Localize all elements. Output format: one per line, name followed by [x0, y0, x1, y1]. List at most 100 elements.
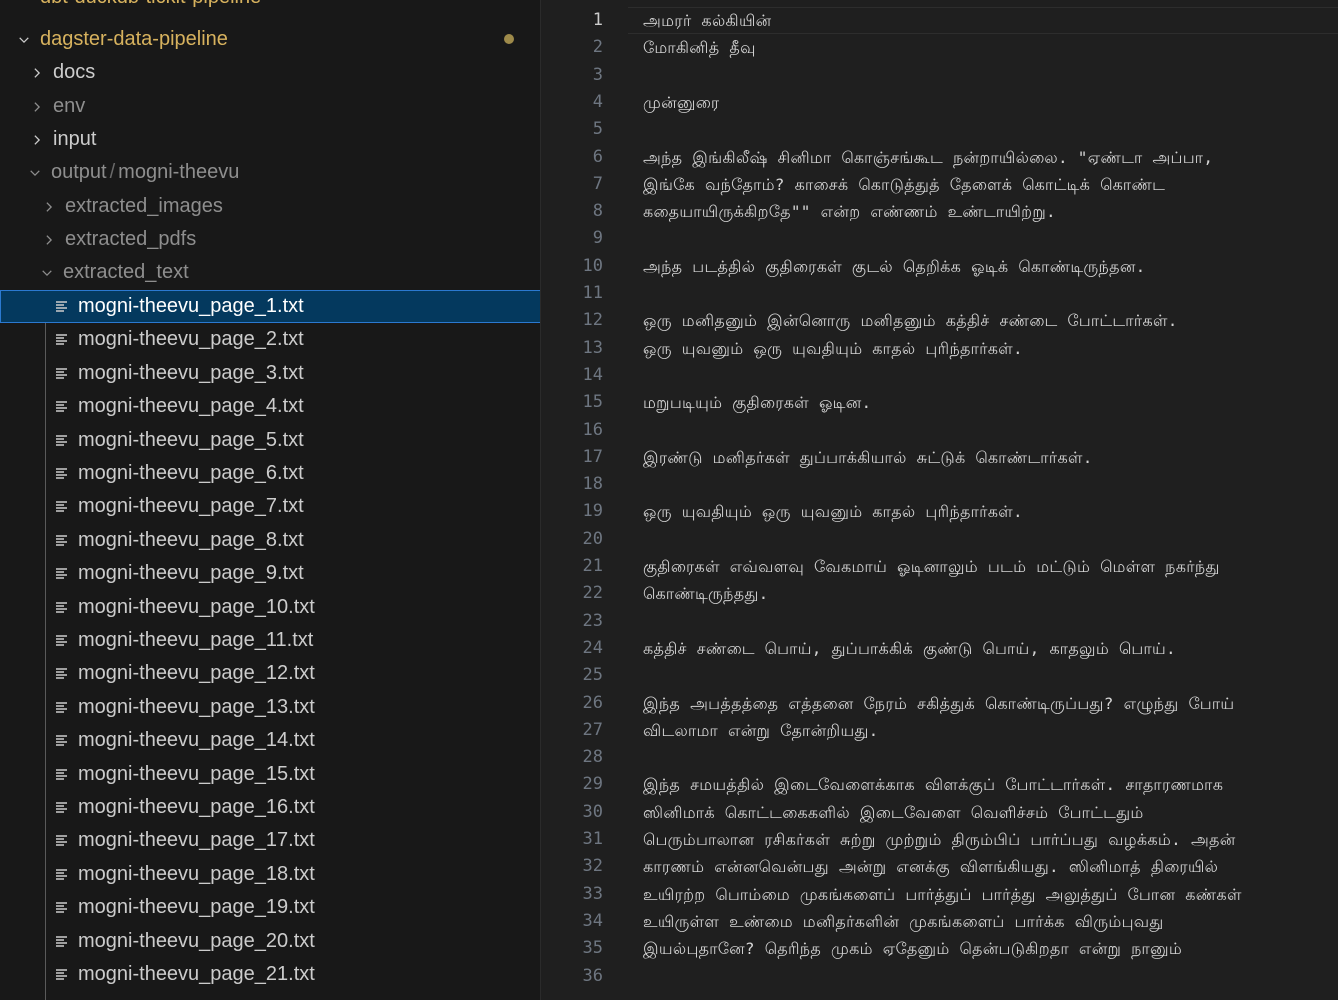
folder-label: dagster-data-pipeline [40, 28, 228, 50]
tree-file-item[interactable]: mogni-theevu_page_4.txt [0, 390, 540, 423]
chevron-right-icon [31, 56, 43, 89]
code-line[interactable]: ஸினிமாக் கொட்டகைகளில் இடைவேளை வெளிச்சம் … [643, 799, 1144, 826]
code-line[interactable]: இயல்புதானே? தெரிந்த முகம் ஏதேனும் தென்பட… [643, 935, 1182, 962]
code-line[interactable]: விடலாமா என்று தோன்றியது. [643, 717, 879, 744]
line-number: 9 [592, 228, 603, 249]
code-line[interactable]: கதையாயிருக்கிறதே"" என்ற எண்ணம் உண்டாயிற்… [643, 198, 1056, 225]
git-modified-dot-icon [504, 34, 514, 44]
file-label: mogni-theevu_page_13.txt [78, 695, 315, 718]
code-line[interactable]: கொண்டிருந்தது. [643, 580, 769, 607]
file-label: mogni-theevu_page_2.txt [78, 328, 304, 351]
tree-file-item[interactable]: mogni-theevu_page_18.txt [0, 858, 540, 891]
tree-file-item[interactable]: mogni-theevu_page_10.txt [0, 591, 540, 624]
tree-file-item[interactable]: mogni-theevu_page_3.txt [0, 357, 540, 390]
tree-folder-extracted-images[interactable]: extracted_images [0, 190, 540, 223]
tree-file-item[interactable]: mogni-theevu_page_17.txt [0, 824, 540, 857]
file-label: mogni-theevu_page_17.txt [78, 829, 315, 852]
line-number: 13 [582, 337, 603, 358]
folder-label-mogni-theevu: mogni-theevu [118, 161, 240, 183]
code-line[interactable]: மோகினித் தீவு [643, 34, 756, 61]
tree-folder-output-mogni-theevu[interactable]: output / mogni-theevu [0, 156, 540, 189]
tree-file-item[interactable]: mogni-theevu_page_6.txt [0, 457, 540, 490]
file-label: mogni-theevu_page_19.txt [78, 896, 315, 919]
line-number: 24 [582, 637, 603, 658]
line-number: 19 [582, 501, 603, 522]
chevron-down-icon [18, 23, 30, 56]
code-line[interactable]: கத்திச் சண்டை பொய், துப்பாக்கிக் குண்டு … [643, 635, 1176, 662]
line-number: 4 [592, 91, 603, 112]
text-file-icon [55, 591, 69, 624]
line-number: 26 [582, 692, 603, 713]
tree-file-item[interactable]: mogni-theevu_page_7.txt [0, 490, 540, 523]
code-line[interactable]: ஒரு யுவனும் ஒரு யுவதியும் காதல் புரிந்தா… [643, 335, 1023, 362]
text-file-icon [55, 557, 69, 590]
file-label: mogni-theevu_page_16.txt [78, 796, 315, 818]
text-file-icon [55, 624, 69, 657]
chevron-right-icon [43, 223, 55, 256]
path-separator: / [109, 161, 116, 183]
text-file-icon [55, 657, 69, 690]
line-number: 22 [582, 583, 603, 604]
code-line[interactable]: ஒரு மனிதனும் இன்னொரு மனிதனும் கத்திச் சண… [643, 307, 1178, 334]
code-line[interactable]: முன்னுரை [643, 89, 719, 116]
editor-pane[interactable]: 1 2 3 4 5 6 7 8 9 10 11 12 13 14 15 16 17 18 19 20 21 22 23 24 2… [542, 0, 1338, 1000]
code-line[interactable]: அமரர் கல்கியின் [643, 7, 771, 34]
chevron-right-icon [43, 190, 55, 223]
folder-label: input [53, 128, 97, 150]
code-line[interactable]: பெரும்பாலான ரசிகர்கள் சுற்று முற்றும் தி… [643, 826, 1236, 853]
text-file-icon [55, 490, 69, 523]
tree-folder-input[interactable]: input [0, 123, 540, 156]
code-line[interactable]: குதிரைகள் எவ்வளவு வேகமாய் ஓடினாலும் படம்… [643, 553, 1220, 580]
tree-file-item[interactable]: mogni-theevu_page_8.txt [0, 524, 540, 557]
tree-file-item[interactable]: mogni-theevu_page_11.txt [0, 624, 540, 657]
tree-file-item[interactable]: mogni-theevu_page_5.txt [0, 424, 540, 457]
folder-label: docs [53, 61, 96, 83]
tree-file-item[interactable]: mogni-theevu_page_9.txt [0, 557, 540, 590]
code-line[interactable]: மறுபடியும் குதிரைகள் ஓடின. [643, 389, 871, 416]
tree-file-item[interactable]: mogni-theevu_page_14.txt [0, 724, 540, 757]
tree-file-item[interactable]: mogni-theevu_page_16.txt [0, 791, 540, 824]
code-line[interactable]: உயிருள்ள உண்மை மனிதர்களின் முகங்களைப் பா… [643, 908, 1164, 935]
line-number: 36 [582, 965, 603, 986]
code-line[interactable]: உயிரற்ற பொம்மை முகங்களைப் பார்த்துப் பார… [643, 881, 1242, 908]
line-number: 8 [592, 201, 603, 222]
file-label: mogni-theevu_page_9.txt [78, 562, 304, 585]
tree-file-item[interactable]: mogni-theevu_page_2.txt [0, 323, 540, 356]
text-file-icon [55, 824, 69, 857]
file-label: mogni-theevu_page_7.txt [78, 495, 304, 518]
tree-folder-extracted-text[interactable]: extracted_text [0, 256, 540, 289]
text-file-icon [55, 457, 69, 490]
code-line[interactable]: இந்த அபத்தத்தை எத்தனை நேரம் சகித்துக் கொ… [643, 690, 1234, 717]
tree-folder-env[interactable]: env [0, 90, 540, 123]
tree-file-item[interactable]: mogni-theevu_page_12.txt [0, 657, 540, 690]
code-line[interactable]: இங்கே வந்தோம்? காசைக் கொடுத்துத் தேளைக் … [643, 171, 1165, 198]
chevron-down-icon [41, 256, 53, 289]
file-label: mogni-theevu_page_5.txt [78, 428, 304, 451]
tree-file-item[interactable]: mogni-theevu_page_21.txt [0, 958, 540, 991]
file-label: mogni-theevu_page_15.txt [78, 762, 315, 785]
line-number: 6 [592, 146, 603, 167]
line-number: 7 [592, 173, 603, 194]
tree-file-item[interactable]: mogni-theevu_page_15.txt [0, 758, 540, 791]
code-line[interactable]: காரணம் என்னவென்பது அன்று எனக்கு விளங்கிய… [643, 853, 1218, 880]
code-line[interactable]: ஒரு யுவதியும் ஒரு யுவனும் காதல் புரிந்தா… [643, 498, 1023, 525]
folder-label-output: output [51, 161, 107, 183]
tree-file-item[interactable]: mogni-theevu_page_20.txt [0, 925, 540, 958]
line-number: 25 [582, 665, 603, 686]
file-label: mogni-theevu_page_4.txt [78, 395, 304, 418]
code-line[interactable]: அந்த இங்கிலீஷ் சினிமா கொஞ்சங்கூட நன்றாயி… [643, 144, 1213, 171]
tree-item-dbt-duckdb-tickit-pipeline[interactable]: dbt-duckdb-tickit-pipeline [40, 0, 261, 9]
text-file-icon [55, 724, 69, 757]
code-line[interactable]: இந்த சமயத்தில் இடைவேளைக்காக விளக்குப் போ… [643, 771, 1223, 798]
code-line[interactable]: இரண்டு மனிதர்கள் துப்பாக்கியால் சுட்டுக்… [643, 444, 1093, 471]
tree-file-item[interactable]: mogni-theevu_page_13.txt [0, 691, 540, 724]
tree-folder-dagster-data-pipeline[interactable]: dagster-data-pipeline [0, 23, 540, 56]
chevron-down-icon [29, 156, 41, 189]
tree-file-item[interactable]: mogni-theevu_page_1.txt [0, 290, 540, 323]
tree-folder-extracted-pdfs[interactable]: extracted_pdfs [0, 223, 540, 256]
file-label: mogni-theevu_page_10.txt [78, 595, 315, 618]
code-line[interactable]: அந்த படத்தில் குதிரைகள் குடல் தெறிக்க ஓட… [643, 253, 1146, 280]
tree-folder-docs[interactable]: docs [0, 56, 540, 89]
tree-file-item[interactable]: mogni-theevu_page_19.txt [0, 891, 540, 924]
folder-label: extracted_text [63, 261, 189, 283]
